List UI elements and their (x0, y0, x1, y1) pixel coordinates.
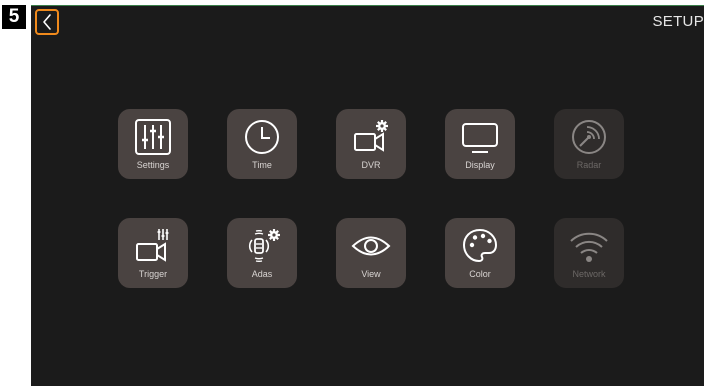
tile-label: Color (469, 269, 491, 279)
monitor-icon (462, 123, 498, 153)
tile-label: Settings (136, 160, 170, 170)
sliders-icon (135, 119, 171, 155)
tile-network[interactable]: Network (554, 218, 624, 288)
camera-sliders-icon (136, 229, 169, 262)
tile-adas[interactable]: Adas (227, 218, 297, 288)
tile-display[interactable]: Display (445, 109, 515, 179)
tile-label: Trigger (138, 269, 168, 279)
camera-gear-icon (354, 120, 388, 152)
clock-icon (245, 120, 279, 154)
chevron-left-icon (43, 14, 51, 30)
eye-icon (351, 236, 391, 256)
setup-screen: SETUP Settings Time DVR Display Radar Tr… (31, 5, 704, 386)
tile-label: View (361, 269, 381, 279)
tile-color[interactable]: Color (445, 218, 515, 288)
step-number-badge: 5 (2, 5, 26, 29)
tile-label: Radar (576, 160, 602, 170)
page-title: SETUP (652, 13, 704, 30)
tile-view[interactable]: View (336, 218, 406, 288)
tile-label: Time (252, 160, 272, 170)
adas-gear-icon (248, 229, 280, 263)
tile-dvr[interactable]: DVR (336, 109, 406, 179)
tile-label: Network (572, 269, 606, 279)
tile-radar[interactable]: Radar (554, 109, 624, 179)
palette-icon (462, 228, 498, 263)
tile-time[interactable]: Time (227, 109, 297, 179)
tile-label: DVR (361, 160, 381, 170)
radar-icon (572, 120, 606, 154)
back-button[interactable] (35, 9, 59, 35)
tile-label: Display (465, 160, 495, 170)
tile-label: Adas (251, 269, 273, 279)
tile-settings[interactable]: Settings (118, 109, 188, 179)
wifi-icon (570, 232, 608, 262)
tile-trigger[interactable]: Trigger (118, 218, 188, 288)
